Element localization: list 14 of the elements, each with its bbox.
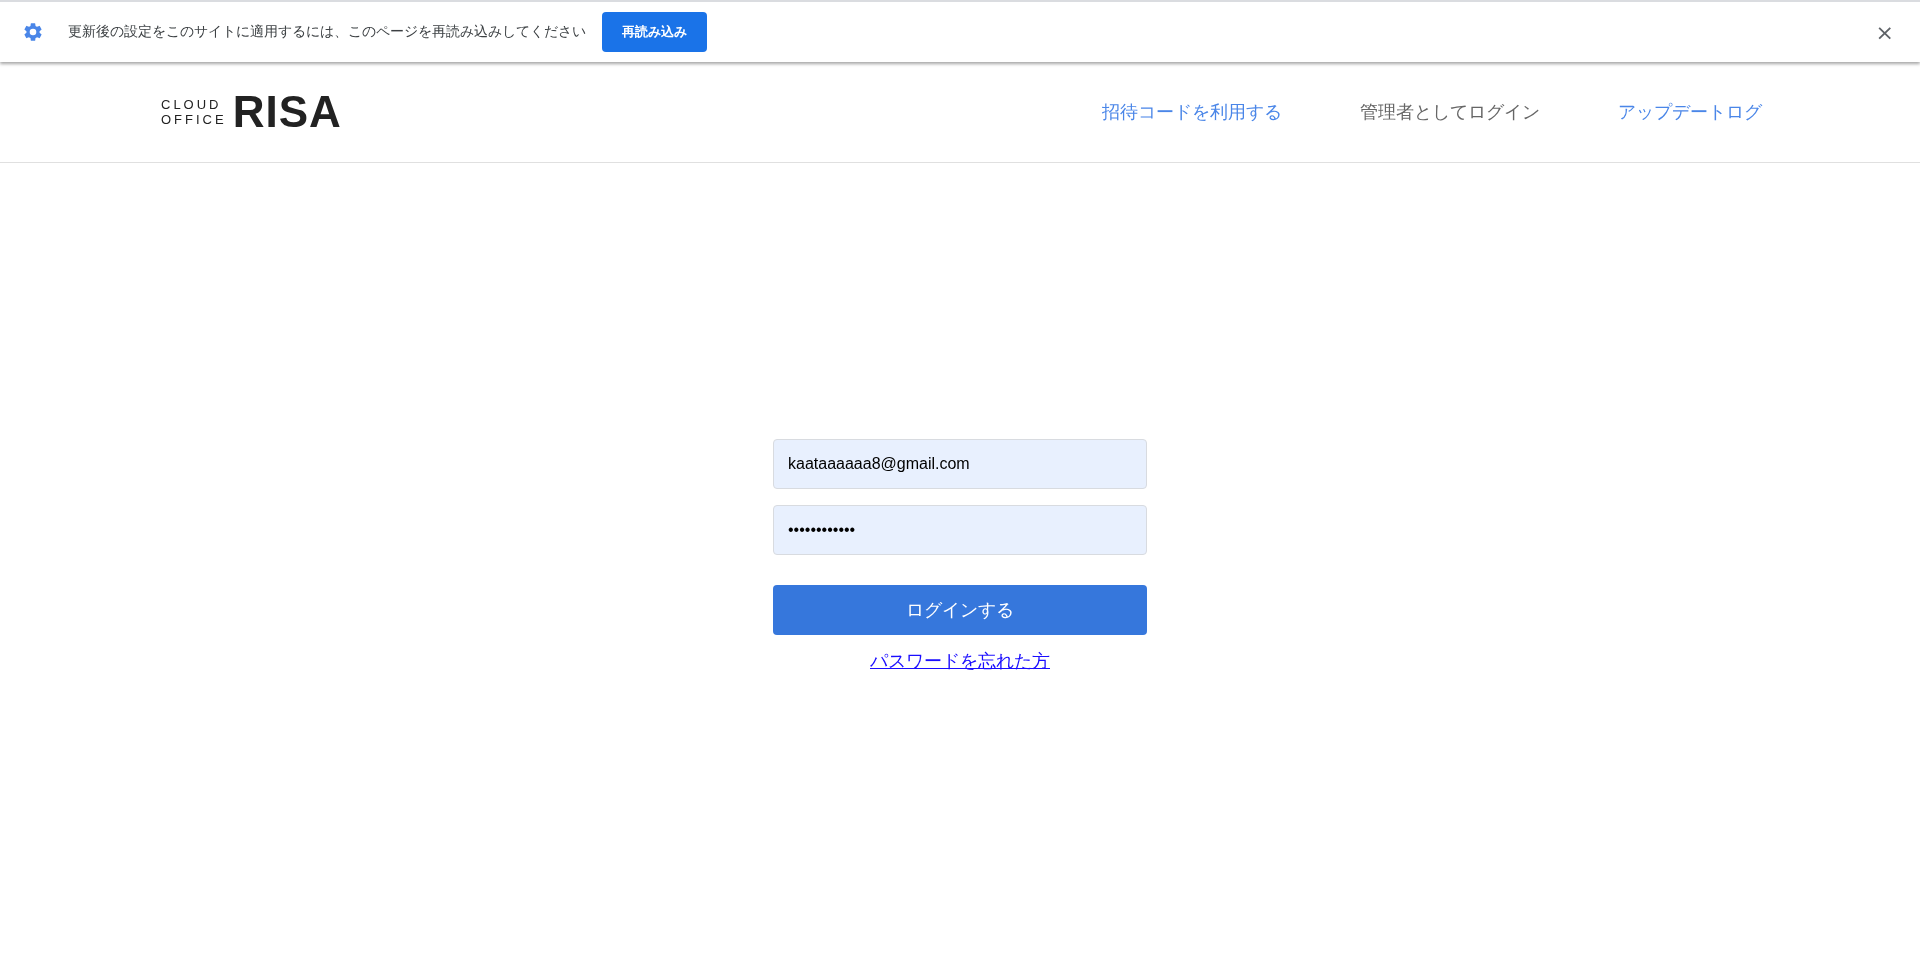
email-field[interactable]: kaataaaaaa8@gmail.com: [773, 439, 1147, 489]
forgot-password-link[interactable]: パスワードを忘れた方: [870, 649, 1050, 673]
logo-text: CLOUD: [161, 97, 223, 112]
close-button[interactable]: ×: [1871, 19, 1898, 45]
logo-text: OFFICE: [161, 112, 227, 127]
info-message: 更新後の設定をこのサイトに適用するには、このページを再読み込みしてください: [68, 23, 586, 41]
nav-link[interactable]: アップデートログ: [1618, 100, 1762, 124]
nav-link[interactable]: 招待コードを利用する: [1102, 100, 1282, 124]
reload-button[interactable]: 再読み込み: [602, 12, 707, 52]
settings-icon: [22, 21, 44, 43]
nav-link[interactable]: 管理者としてログイン: [1360, 100, 1540, 124]
login-button[interactable]: ログインする: [773, 585, 1147, 635]
password-field[interactable]: ••••••••••••: [773, 505, 1147, 555]
logo-wordmark: RISA: [232, 87, 342, 137]
